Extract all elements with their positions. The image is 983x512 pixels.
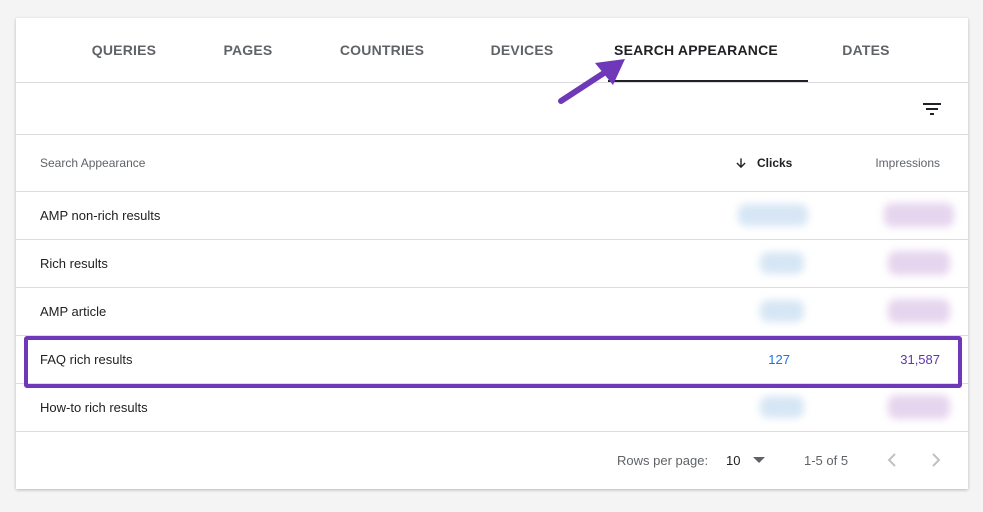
- blurred-impressions-value: [888, 395, 950, 419]
- filter-list-icon[interactable]: [920, 97, 944, 121]
- table-row[interactable]: How-to rich results: [16, 384, 968, 432]
- blurred-clicks-value: [760, 252, 804, 274]
- chevron-left-icon[interactable]: [880, 448, 904, 472]
- blurred-impressions-value: [884, 203, 954, 227]
- performance-card: QUERIES PAGES COUNTRIES DEVICES SEARCH A…: [16, 18, 968, 489]
- blurred-clicks-value: [760, 396, 804, 418]
- chevron-right-icon[interactable]: [924, 448, 948, 472]
- row-label: How-to rich results: [40, 400, 148, 415]
- row-label: AMP article: [40, 304, 107, 319]
- pagination-footer: Rows per page: 10 1-5 of 5: [16, 432, 968, 489]
- dropdown-triangle-icon[interactable]: [752, 455, 766, 465]
- table-toolbar: [16, 83, 968, 135]
- pagination-range: 1-5 of 5: [804, 453, 849, 468]
- arrow-down-icon: [736, 158, 746, 169]
- annotation-arrow-icon: [558, 59, 625, 104]
- tab-queries[interactable]: QUERIES: [84, 18, 164, 82]
- tab-dates[interactable]: DATES: [834, 18, 898, 82]
- rows-per-page-label: Rows per page:: [617, 453, 709, 468]
- column-header-impressions[interactable]: Impressions: [866, 135, 940, 191]
- rows-per-page-select[interactable]: 10: [726, 432, 740, 489]
- table-row[interactable]: AMP non-rich results: [16, 192, 968, 240]
- column-header-search-appearance[interactable]: Search Appearance: [40, 135, 145, 191]
- active-tab-indicator: [608, 80, 808, 82]
- table-row[interactable]: AMP article: [16, 288, 968, 336]
- row-label: AMP non-rich results: [40, 208, 161, 223]
- tab-pages[interactable]: PAGES: [214, 18, 282, 82]
- blurred-impressions-value: [888, 299, 950, 323]
- blurred-impressions-value: [888, 251, 950, 275]
- highlight-box: [24, 336, 962, 388]
- tab-countries[interactable]: COUNTRIES: [334, 18, 430, 82]
- tab-devices[interactable]: DEVICES: [486, 18, 558, 82]
- table-header: Search Appearance Clicks Impressions: [16, 135, 968, 192]
- tab-bar: QUERIES PAGES COUNTRIES DEVICES SEARCH A…: [16, 18, 968, 83]
- blurred-clicks-value: [760, 300, 804, 322]
- table-row[interactable]: Rich results: [16, 240, 968, 288]
- row-label: Rich results: [40, 256, 108, 271]
- blurred-clicks-value: [738, 204, 808, 226]
- column-header-clicks[interactable]: Clicks: [757, 135, 792, 191]
